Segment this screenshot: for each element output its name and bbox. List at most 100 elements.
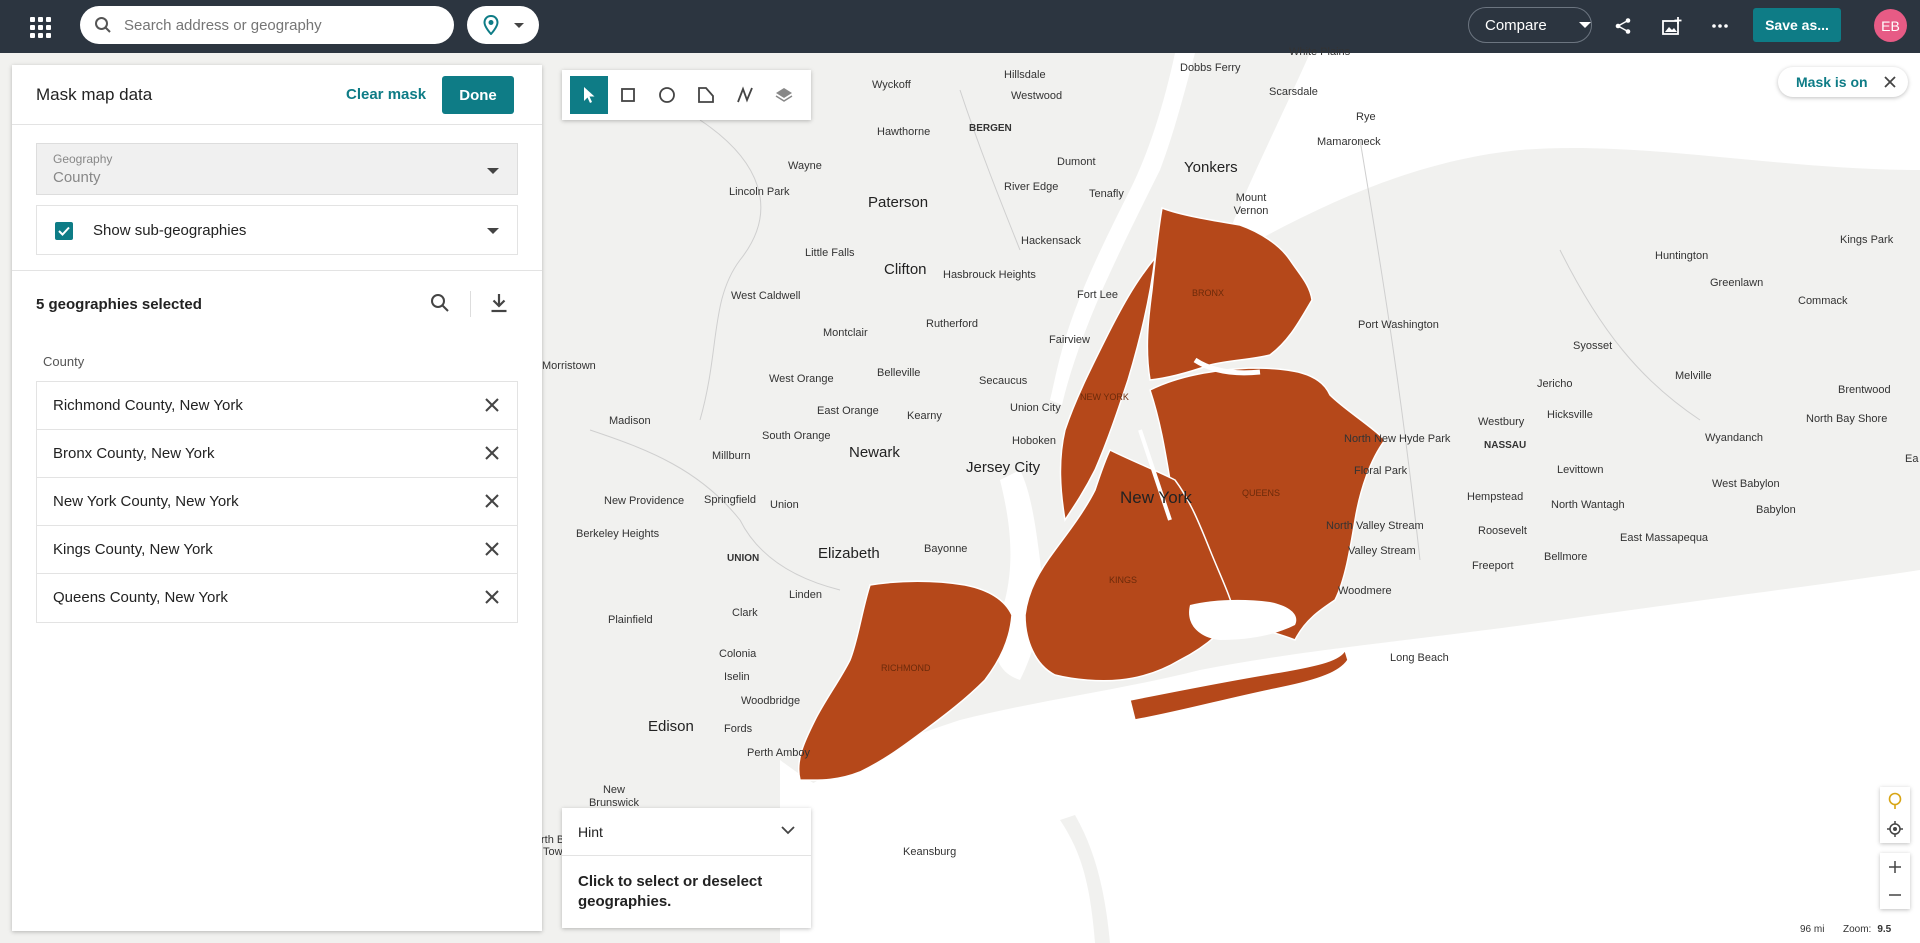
- place-label: Secaucus: [979, 375, 1028, 387]
- save-as-button[interactable]: Save as...: [1753, 8, 1841, 42]
- add-image-icon[interactable]: [1659, 13, 1685, 39]
- place-label: Levittown: [1557, 464, 1604, 476]
- list-item[interactable]: New York County, New York: [37, 478, 517, 526]
- chevron-down-icon[interactable]: [487, 228, 499, 234]
- place-label: BERGEN: [969, 123, 1012, 134]
- my-location-icon[interactable]: [1880, 815, 1910, 843]
- place-label: Edison: [648, 718, 694, 735]
- place-label: East Orange: [817, 405, 879, 417]
- close-icon[interactable]: [483, 540, 501, 558]
- place-label: North Valley Stream: [1326, 520, 1424, 532]
- zoom-controls: [1880, 853, 1910, 909]
- place-label: Paterson: [868, 194, 929, 211]
- compare-button[interactable]: Compare: [1468, 7, 1592, 43]
- place-label: Bayonne: [924, 543, 968, 555]
- zoom-label: Zoom:: [1843, 924, 1872, 935]
- place-label: Dumont: [1057, 156, 1096, 168]
- place-label: Scarsdale: [1269, 86, 1318, 98]
- zoom-out-icon[interactable]: [1880, 881, 1910, 909]
- hint-header[interactable]: Hint: [562, 808, 811, 856]
- place-label: Freeport: [1472, 560, 1514, 572]
- zoom-indicator: Zoom: 9.5: [1843, 924, 1891, 935]
- place-label: Long Beach: [1390, 652, 1449, 664]
- county-label-richmond: RICHMOND: [881, 663, 931, 673]
- close-icon[interactable]: [483, 492, 501, 510]
- place-label: Colonia: [719, 648, 757, 660]
- geography-name: Bronx County, New York: [53, 445, 215, 462]
- chevron-down-icon[interactable]: [781, 826, 795, 835]
- place-label: Westbury: [1478, 416, 1525, 428]
- circle-tool-icon[interactable]: [648, 76, 686, 114]
- place-label: Hoboken: [1012, 435, 1057, 447]
- apps-grid-icon[interactable]: [28, 15, 52, 39]
- place-label: Bellmore: [1544, 551, 1588, 563]
- show-subgeographies-row[interactable]: Show sub-geographies: [36, 205, 518, 255]
- place-label: Kearny: [907, 410, 942, 422]
- layers-icon[interactable]: [765, 76, 803, 114]
- place-label: Lincoln Park: [729, 186, 790, 198]
- scale-label: 96 mi: [1800, 924, 1825, 935]
- place-label: Westwood: [1011, 90, 1063, 102]
- download-icon[interactable]: [490, 293, 508, 318]
- map-locate-controls: [1880, 787, 1910, 843]
- place-label: Hempstead: [1467, 491, 1524, 503]
- place-label: Woodmere: [1338, 585, 1392, 597]
- checkbox-checked-icon[interactable]: [55, 222, 73, 240]
- divider: [12, 270, 542, 271]
- geography-select-value: County: [53, 169, 101, 186]
- place-label: Fords: [724, 723, 753, 735]
- geography-name: New York County, New York: [53, 493, 239, 510]
- close-icon[interactable]: [483, 444, 501, 462]
- place-label: Montclair: [823, 327, 868, 339]
- list-item[interactable]: Kings County, New York: [37, 526, 517, 574]
- search-input[interactable]: [124, 16, 424, 34]
- chevron-down-icon: [513, 22, 524, 28]
- share-icon[interactable]: [1610, 13, 1636, 39]
- county-label-newyork: NEW YORK: [1080, 392, 1129, 402]
- rectangle-tool-icon[interactable]: [609, 76, 647, 114]
- more-icon[interactable]: [1707, 13, 1733, 39]
- location-dropdown[interactable]: [467, 6, 539, 44]
- search-icon[interactable]: [430, 293, 450, 318]
- top-bar: Compare Save as... EB: [0, 0, 1920, 53]
- search-icon: [95, 17, 111, 33]
- place-label: Commack: [1798, 295, 1848, 307]
- place-label: River Edge: [1004, 181, 1059, 193]
- clear-mask-button[interactable]: Clear mask: [346, 86, 426, 103]
- place-label: North Bay Shore: [1806, 413, 1888, 425]
- done-button[interactable]: Done: [442, 76, 514, 114]
- zoom-in-icon[interactable]: [1880, 853, 1910, 881]
- close-icon[interactable]: [483, 588, 501, 606]
- select-pointer-icon[interactable]: [570, 76, 608, 114]
- selected-count: 5 geographies selected: [36, 296, 202, 313]
- place-label: Roosevelt: [1478, 525, 1527, 537]
- place-label: West Orange: [769, 373, 834, 385]
- list-item[interactable]: Queens County, New York: [37, 574, 517, 622]
- place-label: Syosset: [1573, 340, 1613, 352]
- mask-status-pill: Mask is on: [1778, 67, 1908, 97]
- compare-label: Compare: [1485, 16, 1547, 34]
- list-item[interactable]: Bronx County, New York: [37, 430, 517, 478]
- place-label: Jericho: [1537, 378, 1573, 390]
- place-label: Perth Amboy: [747, 747, 810, 759]
- polygon-tool-icon[interactable]: [687, 76, 725, 114]
- place-label: Hillsdale: [1004, 69, 1046, 81]
- geography-select[interactable]: Geography County: [36, 143, 518, 195]
- line-tool-icon[interactable]: [726, 76, 764, 114]
- search-box[interactable]: [80, 6, 454, 44]
- list-item[interactable]: Richmond County, New York: [37, 382, 517, 430]
- divider: [470, 291, 471, 317]
- column-header: County: [43, 354, 85, 369]
- avatar[interactable]: EB: [1874, 9, 1907, 42]
- place-label: Ea: [1905, 453, 1919, 465]
- place-label: Morristown: [542, 360, 596, 372]
- place-label: New Providence: [604, 495, 685, 507]
- lightbulb-pin-icon[interactable]: [1880, 787, 1910, 815]
- place-label: South Orange: [762, 430, 831, 442]
- zoom-value: 9.5: [1877, 924, 1892, 935]
- close-icon[interactable]: [483, 396, 501, 414]
- close-icon[interactable]: [1883, 76, 1896, 88]
- place-label: Rye: [1356, 111, 1376, 123]
- place-label: Newark: [849, 444, 900, 461]
- mask-status-label[interactable]: Mask is on: [1796, 74, 1868, 90]
